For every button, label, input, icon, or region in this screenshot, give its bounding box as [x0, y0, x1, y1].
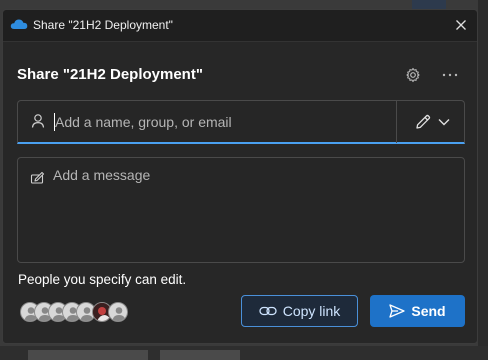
background-window-edge: [478, 0, 488, 360]
recipient-field: [17, 100, 465, 144]
compose-icon: [30, 171, 45, 184]
permission-dropdown[interactable]: [402, 105, 462, 139]
divider: [396, 101, 397, 143]
copy-link-button[interactable]: Copy link: [241, 295, 358, 327]
avatar: [108, 302, 128, 322]
window-title: Share "21H2 Deployment": [33, 18, 173, 32]
dialog-heading: Share "21H2 Deployment": [17, 66, 203, 83]
link-icon: [259, 306, 277, 316]
background-block: [28, 350, 148, 360]
copy-link-label: Copy link: [282, 303, 341, 319]
title-bar: Share "21H2 Deployment": [3, 10, 477, 42]
permission-description: People you specify can edit.: [18, 272, 187, 287]
send-button[interactable]: Send: [370, 295, 465, 327]
send-icon: [389, 304, 406, 318]
settings-button[interactable]: [403, 65, 423, 85]
background-taskbar-fragment: [0, 346, 488, 360]
shared-with-avatars[interactable]: [20, 302, 132, 324]
more-icon: [442, 73, 458, 77]
message-input[interactable]: [53, 167, 453, 257]
onedrive-cloud-icon: [10, 19, 28, 29]
share-dialog: Share "21H2 Deployment" Share "21H2 Depl…: [2, 9, 478, 344]
more-options-button[interactable]: [439, 65, 461, 85]
person-icon: [31, 114, 45, 128]
close-button[interactable]: [451, 15, 471, 35]
gear-icon: [406, 67, 420, 83]
chevron-down-icon: [438, 119, 450, 126]
send-label: Send: [411, 303, 446, 319]
background-block: [160, 350, 240, 360]
recipient-input[interactable]: [55, 110, 385, 134]
message-field: [17, 157, 465, 263]
pencil-icon: [416, 114, 431, 129]
close-icon: [456, 20, 466, 30]
